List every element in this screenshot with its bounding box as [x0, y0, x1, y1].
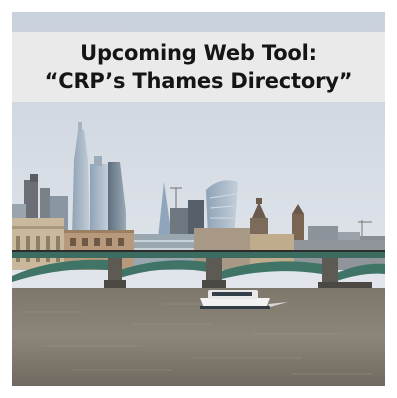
banner-title-line-1: Upcoming Web Tool: — [80, 41, 317, 65]
image-frame: Upcoming Web Tool: “CRP’s Thames Directo… — [12, 12, 385, 386]
river — [12, 288, 385, 386]
title-banner: Upcoming Web Tool: “CRP’s Thames Directo… — [12, 32, 385, 102]
banner-title-line-2: “CRP’s Thames Directory” — [44, 69, 353, 93]
